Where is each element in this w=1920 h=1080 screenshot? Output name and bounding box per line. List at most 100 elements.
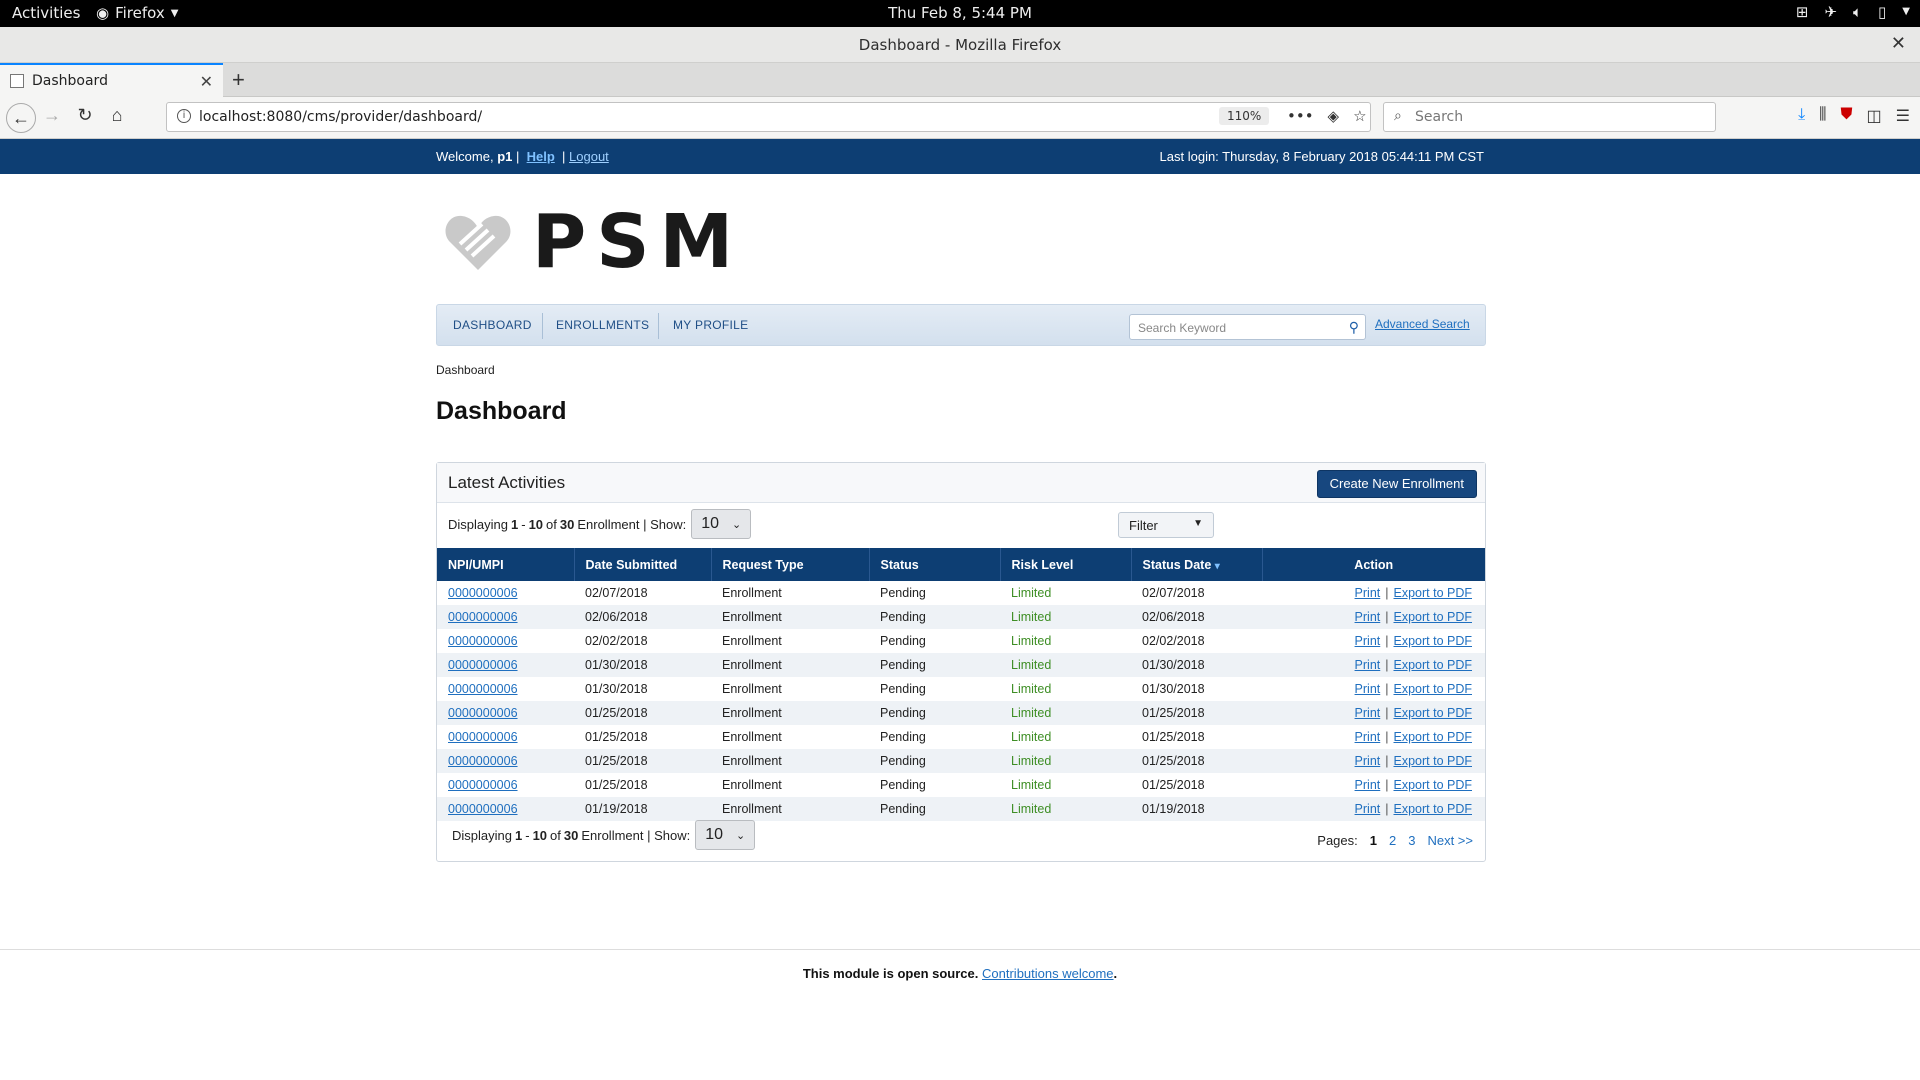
status-cell: Pending xyxy=(869,797,1000,821)
export-pdf-link[interactable]: Export to PDF xyxy=(1394,778,1473,792)
search-bar[interactable]: ⌕ Search xyxy=(1383,102,1716,132)
nav-item-enrollments[interactable]: ENROLLMENTS xyxy=(556,318,649,332)
keyword-search-input[interactable]: Search Keyword ⚲ xyxy=(1129,314,1366,340)
system-tray[interactable]: ⊞ ✈ 🔈︎ ▯ ▼ xyxy=(1796,3,1910,21)
logout-link[interactable]: Logout xyxy=(569,149,609,164)
column-header-npi[interactable]: NPI/UMPI xyxy=(437,548,575,581)
print-link[interactable]: Print xyxy=(1355,682,1381,696)
pocket-icon[interactable]: ◈ xyxy=(1328,107,1340,125)
npi-link[interactable]: 0000000006 xyxy=(448,730,518,744)
export-pdf-link[interactable]: Export to PDF xyxy=(1394,706,1473,720)
page-size-select[interactable]: 10 ⌄ xyxy=(691,509,752,539)
column-header-status[interactable]: Status xyxy=(869,548,1001,581)
print-link[interactable]: Print xyxy=(1355,754,1381,768)
print-link[interactable]: Print xyxy=(1355,730,1381,744)
search-icon[interactable]: ⚲ xyxy=(1349,319,1359,336)
request-type-cell: Enrollment xyxy=(711,749,869,773)
print-link[interactable]: Print xyxy=(1355,706,1381,720)
ublock-icon[interactable]: ⛊ xyxy=(1841,106,1853,126)
export-pdf-link[interactable]: Export to PDF xyxy=(1394,634,1473,648)
bookmark-star-icon[interactable]: ☆ xyxy=(1353,107,1366,125)
column-header-request-type[interactable]: Request Type xyxy=(711,548,870,581)
column-header-risk-level[interactable]: Risk Level xyxy=(1000,548,1132,581)
npi-link[interactable]: 0000000006 xyxy=(448,802,518,816)
nav-item-dashboard[interactable]: DASHBOARD xyxy=(453,318,532,332)
npi-link[interactable]: 0000000006 xyxy=(448,610,518,624)
close-window-icon[interactable]: ✕ xyxy=(1891,33,1906,54)
npi-cell: 0000000006 xyxy=(437,701,574,725)
export-pdf-link[interactable]: Export to PDF xyxy=(1394,610,1473,624)
download-icon[interactable]: ⤓ xyxy=(1798,106,1805,126)
new-tab-icon[interactable]: + xyxy=(232,67,245,93)
home-icon[interactable]: ⌂ xyxy=(103,105,131,131)
action-separator: | xyxy=(1385,754,1389,768)
forward-icon[interactable]: → xyxy=(38,105,66,131)
column-header-status-date[interactable]: Status Date ▾ xyxy=(1131,548,1263,581)
npi-link[interactable]: 0000000006 xyxy=(448,706,518,720)
page-actions-icon[interactable]: ••• xyxy=(1287,107,1314,125)
sidebar-icon[interactable]: ◫ xyxy=(1867,106,1882,126)
request-type-cell: Enrollment xyxy=(711,605,869,629)
npi-link[interactable]: 0000000006 xyxy=(448,586,518,600)
psm-logo[interactable]: PSM xyxy=(442,205,743,279)
clock[interactable]: Thu Feb 8, 5:44 PM xyxy=(0,4,1920,22)
create-new-enrollment-button[interactable]: Create New Enrollment xyxy=(1316,470,1477,498)
export-pdf-link[interactable]: Export to PDF xyxy=(1394,802,1473,816)
export-pdf-link[interactable]: Export to PDF xyxy=(1394,730,1473,744)
print-link[interactable]: Print xyxy=(1355,802,1381,816)
print-link[interactable]: Print xyxy=(1355,778,1381,792)
column-header-action: Action xyxy=(1262,548,1485,581)
table-row: 0000000006 01/25/2018 Enrollment Pending Lim… xyxy=(437,773,1485,797)
npi-cell: 0000000006 xyxy=(437,749,574,773)
print-link[interactable]: Print xyxy=(1355,634,1381,648)
date-submitted-cell: 02/06/2018 xyxy=(574,605,711,629)
npi-link[interactable]: 0000000006 xyxy=(448,754,518,768)
menu-icon[interactable]: ☰ xyxy=(1896,106,1910,126)
panel-title: Latest Activities xyxy=(448,473,566,492)
page-link-2[interactable]: 2 xyxy=(1389,833,1396,848)
npi-link[interactable]: 0000000006 xyxy=(448,634,518,648)
page-size-select[interactable]: 10 ⌄ xyxy=(695,820,756,850)
next-page-link[interactable]: Next >> xyxy=(1427,833,1473,848)
zoom-indicator[interactable]: 110% xyxy=(1219,107,1270,125)
reload-icon[interactable]: ↻ xyxy=(71,105,99,131)
request-type-cell: Enrollment xyxy=(711,653,869,677)
page-link-3[interactable]: 3 xyxy=(1408,833,1415,848)
export-pdf-link[interactable]: Export to PDF xyxy=(1394,586,1473,600)
table-row: 0000000006 01/30/2018 Enrollment Pending Lim… xyxy=(437,653,1485,677)
print-link[interactable]: Print xyxy=(1355,586,1381,600)
export-pdf-link[interactable]: Export to PDF xyxy=(1394,682,1473,696)
volume-icon: 🔈︎ xyxy=(1853,3,1863,21)
export-pdf-link[interactable]: Export to PDF xyxy=(1394,754,1473,768)
url-bar[interactable]: i localhost:8080/cms/provider/dashboard/… xyxy=(166,102,1371,132)
print-link[interactable]: Print xyxy=(1355,658,1381,672)
range-dash: - xyxy=(525,827,530,843)
column-header-date-submitted[interactable]: Date Submitted xyxy=(574,548,712,581)
page-link-1[interactable]: 1 xyxy=(1370,833,1377,848)
npi-link[interactable]: 0000000006 xyxy=(448,658,518,672)
npi-link[interactable]: 0000000006 xyxy=(448,682,518,696)
nav-item-my-profile[interactable]: MY PROFILE xyxy=(673,318,748,332)
print-link[interactable]: Print xyxy=(1355,610,1381,624)
library-icon[interactable]: ⫼ xyxy=(1819,106,1826,126)
airplane-icon: ✈ xyxy=(1824,3,1838,21)
close-tab-icon[interactable]: ✕ xyxy=(200,72,213,91)
date-submitted-cell: 01/25/2018 xyxy=(585,778,648,792)
help-link[interactable]: Help xyxy=(527,149,555,164)
url-text[interactable]: localhost:8080/cms/provider/dashboard/ xyxy=(199,109,482,125)
back-icon[interactable]: ← xyxy=(6,103,36,133)
tab-dashboard[interactable]: Dashboard ✕ xyxy=(0,63,223,97)
table-row: 0000000006 02/02/2018 Enrollment Pending Lim… xyxy=(437,629,1485,653)
heart-hands-icon xyxy=(445,215,511,270)
site-info-icon[interactable]: i xyxy=(177,109,191,123)
risk-level-cell: Limited xyxy=(1011,730,1052,744)
status-date-cell: 02/02/2018 xyxy=(1142,634,1205,648)
risk-level-cell: Limited xyxy=(1000,749,1131,773)
advanced-search-link[interactable]: Advanced Search xyxy=(1375,317,1470,331)
npi-link[interactable]: 0000000006 xyxy=(448,778,518,792)
npi-cell: 0000000006 xyxy=(437,797,574,821)
filter-dropdown[interactable]: Filter ▼ xyxy=(1118,512,1214,538)
export-pdf-link[interactable]: Export to PDF xyxy=(1394,658,1473,672)
contributions-link[interactable]: Contributions welcome xyxy=(982,966,1114,981)
nav-divider xyxy=(542,313,543,339)
